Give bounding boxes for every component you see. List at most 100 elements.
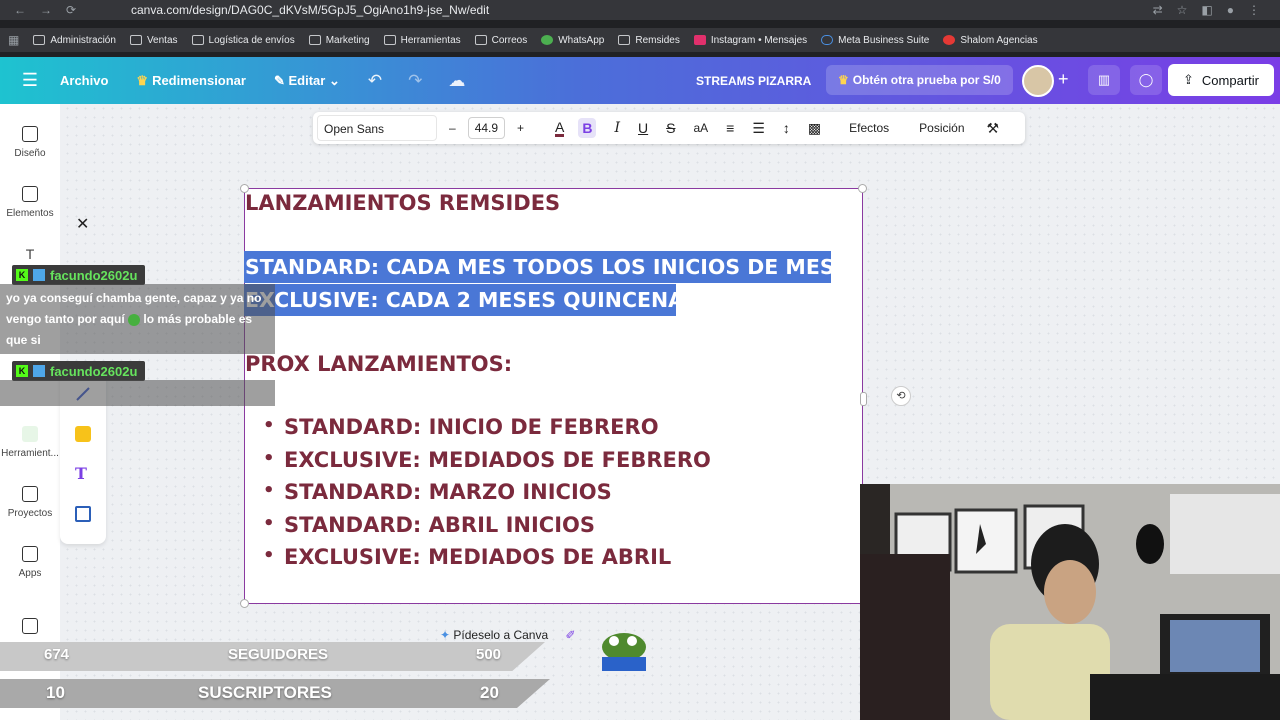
- share-button[interactable]: ⇪ Compartir: [1168, 64, 1274, 96]
- followers-goal: 500: [476, 646, 502, 663]
- close-icon[interactable]: ✕: [76, 214, 89, 234]
- insights-icon[interactable]: ▥: [1088, 65, 1120, 95]
- trial-button[interactable]: ♛ Obtén otra prueba por S/0: [826, 65, 1013, 95]
- list-item[interactable]: EXCLUSIVE: MEDIADOS DE FEBRERO: [263, 448, 711, 472]
- editar-button[interactable]: ✎ Editar ⌄: [274, 73, 340, 89]
- chevron-down-icon: ⌄: [328, 72, 340, 88]
- cloud-sync-icon[interactable]: ☁: [448, 71, 465, 91]
- spacing-icon[interactable]: ↕: [783, 120, 790, 136]
- remsides-icon: [618, 35, 631, 45]
- section-heading[interactable]: PROX LANZAMIENTOS:: [245, 352, 512, 376]
- avatar[interactable]: [1022, 65, 1054, 97]
- sidebar-item-herramientas[interactable]: Herramient...: [0, 426, 60, 459]
- list-item[interactable]: STANDARD: ABRIL INICIOS: [263, 513, 595, 537]
- tools-icon: [22, 426, 38, 442]
- rotate-icon[interactable]: ⟲: [891, 386, 911, 406]
- crown-icon: ♛: [136, 72, 149, 88]
- bookmark-meta[interactable]: Meta Business Suite: [821, 35, 929, 46]
- sidebar-item-elementos[interactable]: Elementos: [0, 186, 60, 219]
- text-color-icon[interactable]: A: [555, 120, 565, 137]
- page-heading[interactable]: LANZAMIENTOS REMSIDES: [245, 191, 560, 215]
- sidebar-item-apps[interactable]: Apps: [0, 546, 60, 579]
- sidebar-item-contenido[interactable]: [0, 618, 60, 640]
- browser-nav: ← → ⟳: [0, 3, 106, 17]
- resize-handle[interactable]: [240, 599, 249, 608]
- selected-text-line-1[interactable]: STANDARD: CADA MES TODOS LOS INICIOS DE …: [244, 251, 835, 283]
- canva-assist[interactable]: ✦ Pídeselo a Canva ✐: [440, 628, 576, 642]
- resize-handle[interactable]: [860, 392, 867, 406]
- sidebar-item-diseno[interactable]: Diseño: [0, 126, 60, 159]
- crown-icon: ♛: [838, 73, 849, 87]
- align-left-icon[interactable]: ≡: [726, 120, 734, 136]
- bookmark-marketing[interactable]: Marketing: [308, 35, 370, 46]
- design-title[interactable]: STREAMS PIZARRA: [696, 74, 811, 88]
- url-field[interactable]: canva.com/design/DAG0C_dKVsM/5GpJ5_OgiAn…: [106, 3, 1153, 17]
- archivo-menu[interactable]: Archivo: [60, 73, 108, 88]
- extensions-icon[interactable]: ◧: [1201, 3, 1212, 17]
- effects-button[interactable]: Efectos: [849, 121, 889, 135]
- redo-icon[interactable]: ↷: [408, 71, 422, 91]
- list-item[interactable]: STANDARD: MARZO INICIOS: [263, 480, 612, 504]
- bookmark-ventas[interactable]: Ventas: [129, 35, 178, 46]
- resize-handle[interactable]: [858, 184, 867, 193]
- text-icon: T: [25, 246, 35, 262]
- menu-icon[interactable]: ☰: [0, 70, 60, 91]
- decrease-size-button[interactable]: –: [449, 121, 456, 135]
- add-collaborator-icon[interactable]: +: [1058, 69, 1069, 90]
- sticky-note-icon[interactable]: [75, 426, 91, 442]
- emote-icon: [128, 313, 141, 326]
- apps-icon: [22, 546, 38, 562]
- case-icon[interactable]: aA: [693, 121, 708, 135]
- font-selector[interactable]: Open Sans: [317, 115, 437, 141]
- kick-icon: K: [16, 365, 28, 377]
- shalom-icon: [943, 35, 956, 45]
- strikethrough-icon[interactable]: S: [666, 120, 675, 136]
- bookmark-remsides[interactable]: Remsides: [618, 35, 680, 46]
- back-icon[interactable]: ←: [14, 3, 26, 17]
- bookmark-logistica[interactable]: Logística de envíos: [191, 35, 295, 46]
- font-size-input[interactable]: 44.9: [467, 117, 506, 139]
- paint-format-icon[interactable]: ⚒: [987, 120, 1000, 137]
- magic-wand-icon: ✐: [565, 628, 576, 642]
- underline-icon[interactable]: U: [638, 120, 648, 136]
- translate-icon[interactable]: ⇄: [1153, 3, 1163, 17]
- apps-grid-icon[interactable]: ▦: [8, 33, 19, 47]
- font-size-control: – 44.9 +: [449, 117, 537, 139]
- text-tool-icon[interactable]: T: [75, 464, 91, 483]
- forward-icon[interactable]: →: [40, 3, 52, 17]
- sidebar-item-proyectos[interactable]: Proyectos: [0, 486, 60, 519]
- subs-label: SUSCRIPTORES: [198, 683, 332, 702]
- folder-icon: [308, 35, 321, 45]
- bookmark-shalom[interactable]: Shalom Agencias: [943, 35, 1038, 46]
- instagram-icon: [693, 35, 706, 45]
- bookmark-correos[interactable]: Correos: [474, 35, 527, 46]
- selected-text-line-2[interactable]: EXCLUSIVE: CADA 2 MESES QUINCENA: [244, 284, 684, 316]
- bookmark-administracion[interactable]: Administración: [33, 35, 116, 46]
- design-page[interactable]: LANZAMIENTOS REMSIDES STANDARD: CADA MES…: [240, 184, 867, 608]
- table-tool-icon[interactable]: [75, 506, 91, 522]
- share-icon: ⇪: [1183, 72, 1194, 87]
- italic-icon[interactable]: I: [614, 120, 620, 136]
- subscribers-goal-bar: 10 SUSCRIPTORES 20: [0, 679, 550, 708]
- reload-icon[interactable]: ⟳: [66, 3, 76, 17]
- bookmark-instagram[interactable]: Instagram • Mensajes: [693, 35, 807, 46]
- list-icon[interactable]: ☰: [752, 120, 765, 137]
- comment-icon[interactable]: ◯: [1130, 65, 1162, 95]
- followers-current: 674: [44, 646, 70, 663]
- more-icon[interactable]: ⋮: [1248, 3, 1260, 17]
- profile-icon[interactable]: ●: [1227, 3, 1234, 17]
- badge-icon: [33, 365, 45, 377]
- transparency-icon[interactable]: ▩: [808, 120, 821, 137]
- bookmarks-bar: ▦ Administración Ventas Logística de env…: [0, 28, 1280, 52]
- list-item[interactable]: STANDARD: INICIO DE FEBRERO: [263, 415, 659, 439]
- bold-icon[interactable]: B: [578, 118, 597, 138]
- undo-icon[interactable]: ↶: [368, 71, 382, 91]
- bookmark-whatsapp[interactable]: WhatsApp: [541, 35, 604, 46]
- bookmark-herramientas[interactable]: Herramientas: [383, 35, 461, 46]
- position-button[interactable]: Posición: [919, 121, 964, 135]
- star-icon[interactable]: ☆: [1177, 3, 1188, 17]
- chat-message: [0, 380, 275, 406]
- list-item[interactable]: EXCLUSIVE: MEDIADOS DE ABRIL: [263, 545, 671, 569]
- redimensionar-button[interactable]: ♛ Redimensionar: [136, 73, 246, 89]
- increase-size-button[interactable]: +: [517, 121, 524, 135]
